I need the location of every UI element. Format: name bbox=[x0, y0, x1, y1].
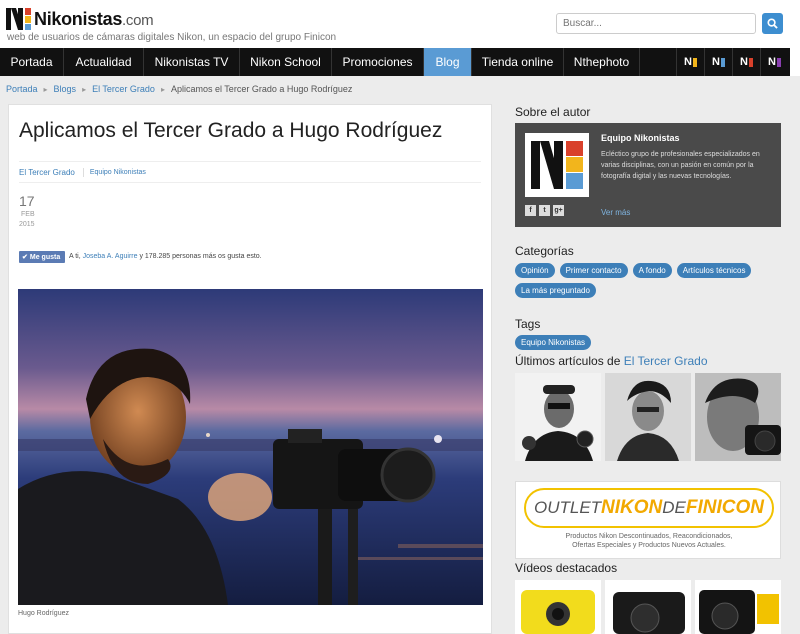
search-button[interactable] bbox=[762, 13, 783, 34]
featured-video-thumb-1[interactable] bbox=[515, 580, 601, 634]
category-tag[interactable]: La más preguntado bbox=[515, 283, 596, 298]
author-more-link[interactable]: Ver más bbox=[601, 208, 630, 217]
author-logo-icon bbox=[525, 133, 589, 197]
search-input[interactable] bbox=[556, 13, 756, 34]
facebook-icon[interactable]: f bbox=[525, 205, 536, 216]
site-tagline: web de usuarios de cámaras digitales Nik… bbox=[7, 32, 337, 43]
nav-item-tienda-online[interactable]: Tienda online bbox=[472, 48, 564, 76]
chevron-right-icon: ▸ bbox=[82, 84, 87, 94]
chevron-right-icon: ▸ bbox=[43, 84, 48, 94]
category-tag[interactable]: Opinión bbox=[515, 263, 555, 278]
nav-brand-link-1[interactable]: N bbox=[676, 48, 704, 76]
article-meta: El Tercer Grado Equipo Nikonistas bbox=[19, 161, 481, 183]
featured-videos-heading: Vídeos destacados bbox=[515, 561, 618, 575]
article-title: Aplicamos el Tercer Grado a Hugo Rodrígu… bbox=[19, 119, 443, 142]
nav-brand-links: N N N N bbox=[676, 48, 788, 76]
article-author-link[interactable]: Equipo Nikonistas bbox=[84, 169, 146, 176]
article-card: Aplicamos el Tercer Grado a Hugo Rodrígu… bbox=[8, 104, 492, 634]
article-date-day: 17 bbox=[19, 193, 35, 209]
like-person-link[interactable]: Joseba A. Aguirre bbox=[83, 253, 138, 260]
nav-item-nikonistas-tv[interactable]: Nikonistas TV bbox=[144, 48, 240, 76]
article-date-year: 2015 bbox=[19, 221, 35, 228]
nav-item-promociones[interactable]: Promociones bbox=[332, 48, 424, 76]
like-button-label: Me gusta bbox=[29, 253, 61, 261]
article-photo bbox=[18, 289, 483, 605]
breadcrumb-current: Aplicamos el Tercer Grado a Hugo Rodrígu… bbox=[170, 84, 353, 94]
category-tag[interactable]: Artículos técnicos bbox=[676, 263, 752, 278]
nav-item-portada[interactable]: Portada bbox=[0, 48, 64, 76]
twitter-icon[interactable]: t bbox=[539, 205, 550, 216]
featured-video-thumb-2[interactable] bbox=[605, 580, 691, 634]
check-icon: ✔ bbox=[22, 254, 28, 261]
logo-text: Nikonistas.com bbox=[34, 8, 154, 29]
main-nav: Portada Actualidad Nikonistas TV Nikon S… bbox=[0, 48, 790, 76]
chevron-right-icon: ▸ bbox=[160, 84, 165, 94]
category-tag[interactable]: Primer contacto bbox=[559, 263, 628, 278]
outlet-banner-title: OUTLET NIKON DE FINICON bbox=[524, 488, 774, 528]
breadcrumb-link-tercer-grado[interactable]: El Tercer Grado bbox=[92, 84, 155, 94]
nikonistas-logo-icon bbox=[6, 6, 32, 32]
nav-item-actualidad[interactable]: Actualidad bbox=[64, 48, 144, 76]
about-author-heading: Sobre el autor bbox=[515, 105, 591, 119]
photo-caption: Hugo Rodríguez bbox=[18, 610, 69, 617]
category-list: Opinión Primer contacto A fondo Artículo… bbox=[515, 263, 781, 298]
latest-articles-link[interactable]: El Tercer Grado bbox=[624, 354, 708, 368]
breadcrumb-link-portada[interactable]: Portada bbox=[6, 84, 38, 94]
like-summary: A ti, Joseba A. Aguirre y 178.285 person… bbox=[69, 253, 262, 260]
author-description: Ecléctico grupo de profesionales especia… bbox=[601, 151, 760, 180]
site-logo[interactable]: Nikonistas.com bbox=[6, 6, 154, 32]
tag-list: Equipo Nikonistas bbox=[515, 335, 781, 350]
nav-brand-link-2[interactable]: N bbox=[704, 48, 732, 76]
nav-brand-link-4[interactable]: N bbox=[760, 48, 788, 76]
google-plus-icon[interactable]: g+ bbox=[553, 205, 564, 216]
breadcrumb-link-blogs[interactable]: Blogs bbox=[54, 84, 77, 94]
nav-brand-link-3[interactable]: N bbox=[732, 48, 760, 76]
latest-articles-heading: Últimos artículos de El Tercer Grado bbox=[515, 354, 708, 368]
outlet-banner-subtitle: Productos Nikon Descontinuados, Reacondi… bbox=[565, 533, 733, 549]
outlet-nikon-banner[interactable]: OUTLET NIKON DE FINICON Productos Nikon … bbox=[515, 481, 781, 559]
breadcrumb: Portada ▸ Blogs ▸ El Tercer Grado ▸ Apli… bbox=[6, 84, 352, 94]
latest-article-thumb-3[interactable] bbox=[695, 373, 781, 461]
latest-article-thumb-1[interactable] bbox=[515, 373, 601, 461]
article-date-month: FEB bbox=[21, 211, 35, 218]
author-box: f t g+ Equipo Nikonistas Ecléctico grupo… bbox=[515, 123, 781, 227]
featured-video-thumb-3[interactable] bbox=[695, 580, 781, 634]
latest-article-thumb-2[interactable] bbox=[605, 373, 691, 461]
article-category-link[interactable]: El Tercer Grado bbox=[19, 167, 84, 177]
site-header: Nikonistas.com web de usuarios de cámara… bbox=[0, 0, 800, 48]
tags-heading: Tags bbox=[515, 317, 541, 331]
search-icon bbox=[767, 18, 778, 29]
like-button[interactable]: ✔ Me gusta bbox=[19, 251, 65, 263]
category-tag[interactable]: A fondo bbox=[632, 263, 672, 278]
nav-item-nikon-school[interactable]: Nikon School bbox=[240, 48, 332, 76]
nav-item-nthephoto[interactable]: Nthephoto bbox=[564, 48, 640, 76]
tag-item[interactable]: Equipo Nikonistas bbox=[515, 335, 592, 350]
categories-heading: Categorías bbox=[515, 244, 574, 258]
author-name: Equipo Nikonistas bbox=[601, 133, 680, 143]
nav-item-blog[interactable]: Blog bbox=[424, 48, 472, 76]
